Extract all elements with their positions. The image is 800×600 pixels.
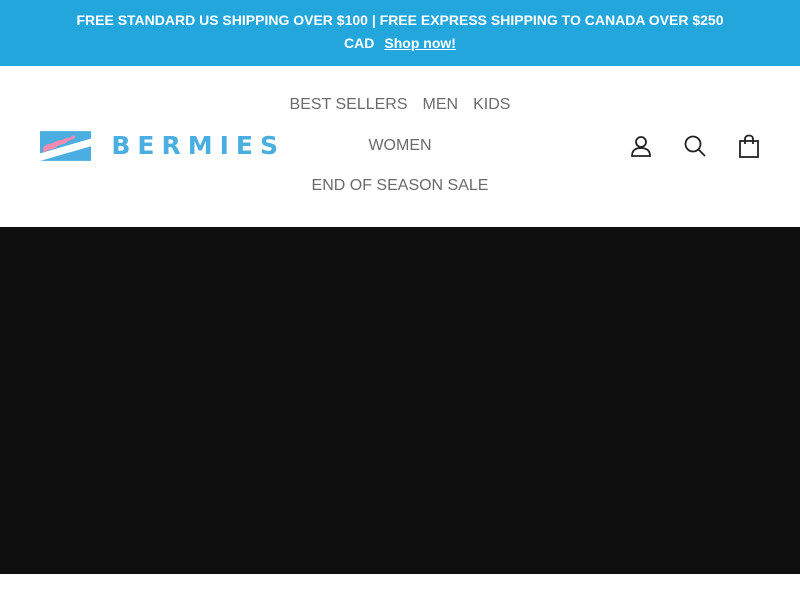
- nav-best-sellers[interactable]: BEST SELLERS: [290, 96, 408, 114]
- user-icon: [631, 136, 651, 157]
- search-button[interactable]: [682, 133, 708, 159]
- main-navigation: BEST SELLERS MEN KIDS WOMEN END OF SEASO…: [200, 66, 600, 227]
- nav-kids[interactable]: KIDS: [473, 96, 510, 114]
- shopping-bag-icon: [739, 134, 759, 158]
- nav-women[interactable]: WOMEN: [368, 137, 431, 155]
- header-actions: [628, 133, 762, 159]
- nav-men[interactable]: MEN: [423, 96, 459, 114]
- shop-now-link[interactable]: Shop now!: [384, 35, 456, 51]
- nav-end-of-season-sale[interactable]: END OF SEASON SALE: [312, 177, 489, 195]
- site-header: BERMIES BEST SELLERS MEN KIDS WOMEN END …: [0, 66, 800, 227]
- hero-banner: [0, 227, 800, 574]
- logo-flag-icon: [40, 130, 92, 161]
- announcement-bar: FREE STANDARD US SHIPPING OVER $100 | FR…: [0, 0, 800, 66]
- cart-button[interactable]: [736, 133, 762, 159]
- account-button[interactable]: [628, 133, 654, 159]
- search-icon: [684, 135, 706, 157]
